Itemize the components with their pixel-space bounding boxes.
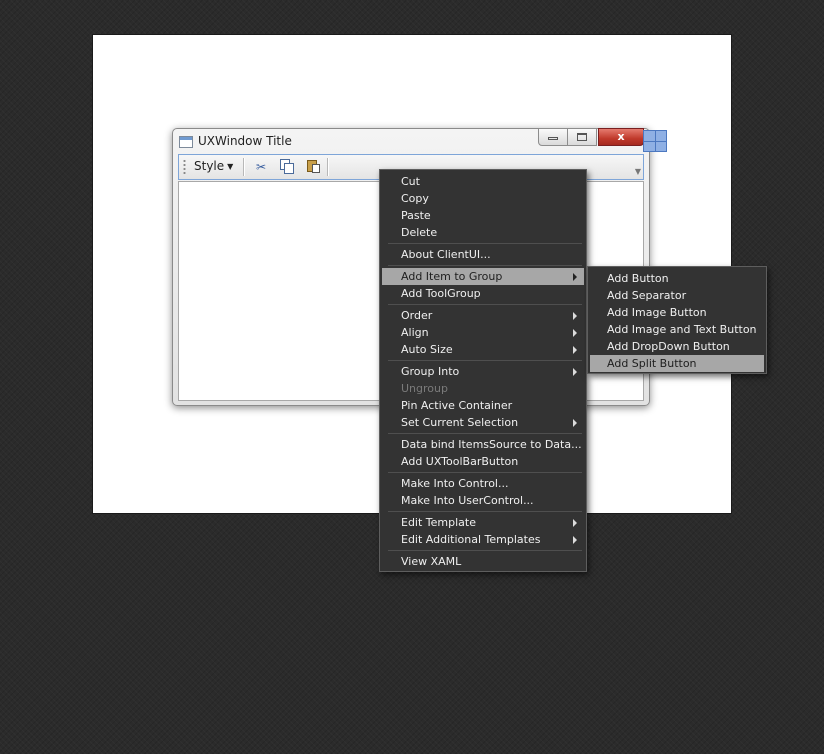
menu-item-add-toolgroup[interactable]: Add ToolGroup bbox=[382, 285, 584, 302]
menu-item-cut[interactable]: Cut bbox=[382, 173, 584, 190]
toolbar-overflow-icon[interactable]: ▼ bbox=[635, 167, 641, 176]
maximize-button[interactable] bbox=[567, 128, 597, 146]
menu-item-make-into-usercontrol[interactable]: Make Into UserControl... bbox=[382, 492, 584, 509]
chevron-right-icon bbox=[573, 419, 577, 427]
menu-item-order[interactable]: Order bbox=[382, 307, 584, 324]
menu-item-about-clientui[interactable]: About ClientUI... bbox=[382, 246, 584, 263]
menu-separator bbox=[388, 360, 582, 361]
menu-item-add-item-to-group[interactable]: Add Item to Group bbox=[382, 268, 584, 285]
toolbar-separator bbox=[327, 158, 329, 176]
paste-icon[interactable] bbox=[305, 159, 321, 175]
menu-separator bbox=[388, 433, 582, 434]
menu-separator bbox=[388, 550, 582, 551]
menu-item-ungroup: Ungroup bbox=[401, 382, 448, 395]
submenu-item-add-image-and-text-button[interactable]: Add Image and Text Button bbox=[590, 321, 764, 338]
toolbar-separator bbox=[243, 158, 245, 176]
chevron-right-icon bbox=[573, 273, 577, 281]
close-button[interactable]: x bbox=[598, 128, 644, 146]
menu-item-pin-active-container[interactable]: Pin Active Container bbox=[382, 397, 584, 414]
window-icon bbox=[179, 136, 193, 148]
menu-item-group-into[interactable]: Group Into bbox=[382, 363, 584, 380]
menu-item-view-xaml[interactable]: View XAML bbox=[382, 553, 584, 570]
menu-item-copy[interactable]: Copy bbox=[382, 190, 584, 207]
chevron-right-icon bbox=[573, 312, 577, 320]
submenu-item-add-separator[interactable]: Add Separator bbox=[590, 287, 764, 304]
window-title: UXWindow Title bbox=[198, 134, 292, 148]
menu-item-make-into-control[interactable]: Make Into Control... bbox=[382, 475, 584, 492]
add-item-submenu: Add Button Add Separator Add Image Butto… bbox=[587, 266, 767, 374]
submenu-item-add-button[interactable]: Add Button bbox=[590, 270, 764, 287]
chevron-down-icon: ▼ bbox=[227, 162, 234, 171]
menu-separator bbox=[388, 304, 582, 305]
menu-separator bbox=[388, 511, 582, 512]
menu-item-add-uxtoolbarbutton[interactable]: Add UXToolBarButton bbox=[382, 453, 584, 470]
chevron-right-icon bbox=[573, 536, 577, 544]
style-label: Style bbox=[194, 159, 225, 173]
selection-adorner-icon[interactable] bbox=[643, 130, 667, 152]
close-icon: x bbox=[617, 130, 625, 143]
menu-item-set-current-selection[interactable]: Set Current Selection bbox=[382, 414, 584, 431]
menu-item-edit-additional-templates[interactable]: Edit Additional Templates bbox=[382, 531, 584, 548]
chevron-right-icon bbox=[573, 329, 577, 337]
submenu-item-add-image-button[interactable]: Add Image Button bbox=[590, 304, 764, 321]
submenu-item-add-dropdown-button[interactable]: Add DropDown Button bbox=[590, 338, 764, 355]
menu-item-align[interactable]: Align bbox=[382, 324, 584, 341]
menu-separator bbox=[388, 265, 582, 266]
chevron-right-icon bbox=[573, 368, 577, 376]
toolbar-grip-icon[interactable] bbox=[183, 159, 186, 175]
menu-item-data-bind-itemssource[interactable]: Data bind ItemsSource to Data... bbox=[382, 436, 584, 453]
caption-buttons: x bbox=[538, 128, 645, 147]
menu-item-delete[interactable]: Delete bbox=[382, 224, 584, 241]
copy-icon[interactable] bbox=[278, 159, 294, 175]
minimize-button[interactable] bbox=[538, 128, 568, 146]
cut-icon[interactable]: ✂ bbox=[253, 159, 269, 175]
context-menu: Cut Copy Paste Delete About ClientUI... … bbox=[379, 169, 587, 572]
menu-item-paste[interactable]: Paste bbox=[382, 207, 584, 224]
minimize-icon bbox=[548, 137, 558, 140]
chevron-right-icon bbox=[573, 346, 577, 354]
style-dropdown-button[interactable]: Style ▼ bbox=[194, 159, 233, 173]
menu-separator bbox=[388, 472, 582, 473]
chevron-right-icon bbox=[573, 519, 577, 527]
submenu-item-add-split-button[interactable]: Add Split Button bbox=[590, 355, 764, 372]
maximize-icon bbox=[577, 133, 587, 141]
menu-item-auto-size[interactable]: Auto Size bbox=[382, 341, 584, 358]
menu-separator bbox=[388, 243, 582, 244]
menu-item-edit-template[interactable]: Edit Template bbox=[382, 514, 584, 531]
